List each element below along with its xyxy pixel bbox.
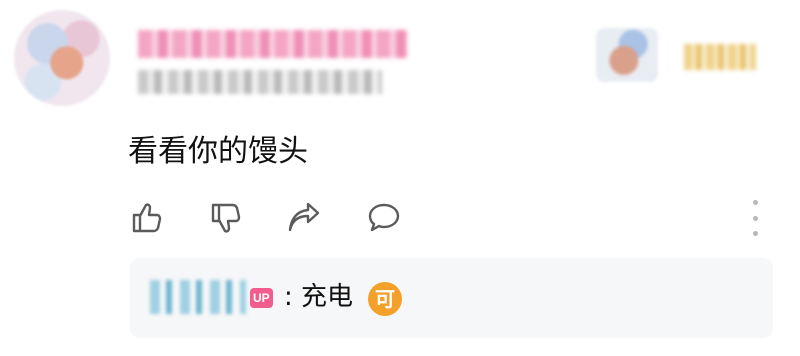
- comment-text: 看看你的馒头: [128, 134, 308, 169]
- more-vertical-icon: [752, 200, 758, 205]
- share-arrow-icon: [288, 202, 320, 232]
- like-button[interactable]: [127, 198, 167, 238]
- emoji-icon: 可: [368, 282, 402, 316]
- dislike-button[interactable]: [206, 198, 246, 238]
- up-badge: UP: [250, 288, 273, 308]
- reply-text: : 充电: [284, 282, 354, 312]
- reply-button[interactable]: [364, 198, 404, 238]
- reply-preview[interactable]: UP : 充电 可: [130, 258, 773, 338]
- thumbs-down-icon: [211, 203, 241, 233]
- fan-badge-image: [596, 28, 658, 82]
- reply-author-name[interactable]: [150, 280, 246, 314]
- user-avatar[interactable]: [14, 10, 110, 106]
- more-options-button[interactable]: [744, 200, 766, 236]
- fan-badge-text: [684, 44, 756, 70]
- comment-author-name[interactable]: [138, 30, 408, 58]
- thumbs-up-icon: [132, 203, 162, 233]
- speech-bubble-icon: [368, 203, 400, 232]
- comment-meta: [138, 70, 382, 94]
- share-button[interactable]: [284, 198, 324, 238]
